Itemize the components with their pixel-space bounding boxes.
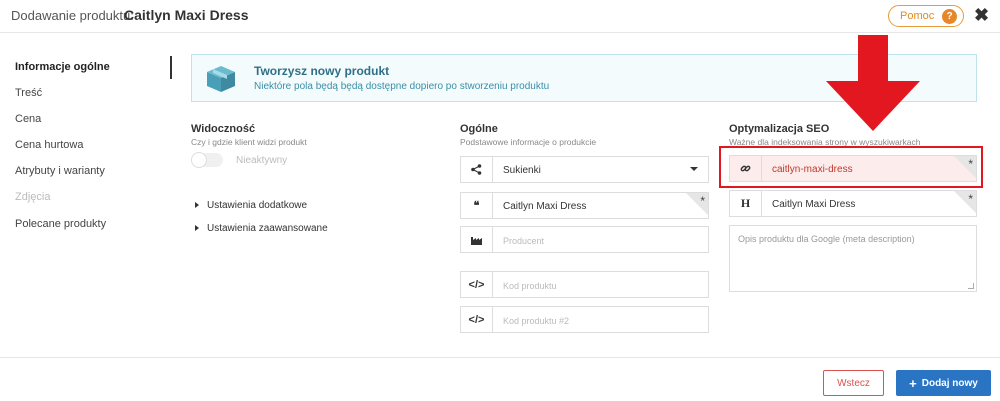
required-mark: * — [700, 194, 705, 208]
active-toggle[interactable] — [191, 152, 223, 168]
product-name-field[interactable]: ❝ Caitlyn Maxi Dress * — [460, 192, 709, 219]
producer-field[interactable]: Producent — [460, 226, 709, 253]
seo-heading-field[interactable]: H Caitlyn Maxi Dress * — [729, 190, 977, 217]
heading-icon: H — [740, 196, 751, 210]
caret-right-icon — [195, 202, 199, 209]
product-name-value: Caitlyn Maxi Dress — [503, 201, 587, 212]
highlight-box — [719, 146, 983, 188]
back-button[interactable]: Wstecz — [823, 370, 884, 396]
product-code-2-placeholder: Kod produktu #2 — [503, 316, 570, 326]
product-add-dialog: Dodawanie produktu: Caitlyn Maxi Dress P… — [0, 0, 1000, 401]
arrow-down-icon — [826, 35, 920, 131]
category-select[interactable]: Sukienki — [460, 156, 709, 183]
meta-description-placeholder: Opis produktu dla Google (meta descripti… — [738, 234, 915, 244]
sidebar-item-general[interactable]: Informacje ogólne — [15, 61, 110, 73]
code-icon: </> — [468, 278, 485, 291]
box-icon — [207, 66, 235, 92]
sidebar-item-price[interactable]: Cena — [15, 113, 41, 125]
expander-label: Ustawienia zaawansowane — [207, 223, 328, 234]
factory-icon — [461, 227, 492, 252]
additional-settings-expander[interactable]: Ustawienia dodatkowe — [195, 200, 307, 211]
producer-placeholder: Producent — [503, 236, 545, 246]
sidebar-item-photos: Zdjęcia — [15, 191, 51, 203]
caret-right-icon — [195, 225, 199, 232]
dialog-header-label: Dodawanie produktu: — [11, 8, 134, 23]
product-title: Caitlyn Maxi Dress — [124, 7, 249, 23]
share-icon — [461, 157, 492, 182]
code-icon: </> — [468, 313, 485, 326]
chevron-down-icon — [690, 167, 698, 171]
help-button-label: Pomoc — [900, 10, 935, 22]
advanced-settings-expander[interactable]: Ustawienia zaawansowane — [195, 223, 328, 234]
general-subtitle: Podstawowe informacje o produkcie — [460, 137, 597, 147]
seo-title: Optymalizacja SEO — [729, 123, 830, 135]
category-value: Sukienki — [503, 165, 541, 176]
plus-icon: + — [909, 375, 917, 391]
visibility-title: Widoczność — [191, 123, 256, 135]
back-button-label: Wstecz — [837, 377, 870, 389]
sidebar-item-wholesale-price[interactable]: Cena hurtowa — [15, 139, 84, 151]
product-code-placeholder: Kod produktu — [503, 281, 557, 291]
add-new-button-label: Dodaj nowy — [921, 377, 978, 389]
sidebar-active-indicator — [170, 56, 172, 79]
toggle-knob — [191, 152, 207, 168]
meta-description-textarea[interactable]: Opis produktu dla Google (meta descripti… — [729, 225, 977, 292]
banner-title: Tworzysz nowy produkt — [254, 64, 390, 78]
general-title: Ogólne — [460, 123, 498, 135]
toggle-label: Nieaktywny — [236, 155, 288, 166]
required-mark: * — [968, 192, 973, 206]
expander-label: Ustawienia dodatkowe — [207, 200, 308, 211]
product-code-2-field[interactable]: </> Kod produktu #2 — [460, 306, 709, 333]
dialog-header: Dodawanie produktu: Caitlyn Maxi Dress P… — [0, 0, 1000, 33]
question-icon: ? — [942, 9, 957, 24]
visibility-subtitle: Czy i gdzie klient widzi produkt — [191, 137, 307, 147]
sidebar-item-recommended[interactable]: Polecane produkty — [15, 218, 106, 230]
add-new-button[interactable]: + Dodaj nowy — [896, 370, 991, 396]
sidebar-item-attributes[interactable]: Atrybuty i warianty — [15, 165, 105, 177]
help-button[interactable]: Pomoc ? — [888, 5, 964, 27]
quote-icon: ❝ — [473, 200, 480, 212]
seo-heading-value: Caitlyn Maxi Dress — [772, 199, 856, 210]
resize-handle[interactable] — [968, 283, 974, 289]
product-code-field[interactable]: </> Kod produktu — [460, 271, 709, 298]
banner-subtitle: Niektóre pola będą będą dostępne dopiero… — [254, 81, 550, 92]
close-icon[interactable]: ✖ — [974, 5, 989, 26]
sidebar-item-content[interactable]: Treść — [15, 87, 42, 99]
dialog-footer: Wstecz + Dodaj nowy — [0, 357, 1000, 401]
